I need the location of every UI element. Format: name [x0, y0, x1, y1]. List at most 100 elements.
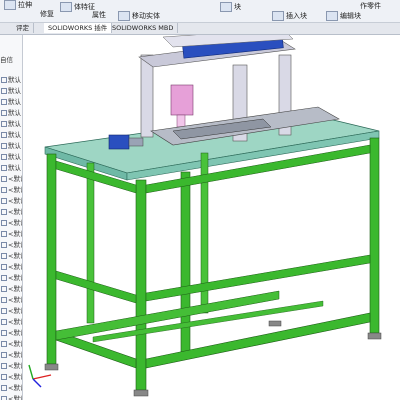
- feature-tree-item[interactable]: <默认: [0, 306, 22, 316]
- leg-back-right: [369, 137, 380, 334]
- feature-tree-item[interactable]: <默认: [0, 185, 22, 195]
- feature-tree-item[interactable]: <默认: [0, 207, 22, 217]
- feature-tree-item[interactable]: <默认: [0, 174, 22, 184]
- mid-rail-side: [145, 254, 371, 302]
- component-icon: [1, 77, 7, 83]
- ribbon-make-part-button[interactable]: 作零件: [360, 2, 381, 10]
- feature-tree-item[interactable]: <默认: [0, 196, 22, 206]
- feature-tree-item[interactable]: 默认: [0, 163, 22, 173]
- motor-shaft: [128, 137, 144, 147]
- component-icon: [1, 330, 7, 336]
- feature-tree-item[interactable]: <默认: [0, 218, 22, 228]
- component-icon: [1, 264, 7, 270]
- graphics-viewport[interactable]: [23, 28, 400, 400]
- block-icon: [220, 2, 232, 12]
- bottom-rail-side: [145, 312, 371, 369]
- component-icon: [1, 308, 7, 314]
- feature-tree-item[interactable]: 默认: [0, 97, 22, 107]
- component-icon: [1, 374, 7, 380]
- component-icon: [1, 275, 7, 281]
- feature-tree-item[interactable]: 默认: [0, 152, 22, 162]
- foot-back-right: [367, 332, 382, 340]
- move-body-icon: [118, 11, 130, 21]
- pink-cylinder: [170, 84, 194, 116]
- foot-front-left: [44, 363, 59, 371]
- servo-motor: [108, 134, 130, 150]
- feature-tree-item[interactable]: <默认: [0, 372, 22, 382]
- feature-tree-item[interactable]: <默认: [0, 361, 22, 371]
- component-icon: [1, 363, 7, 369]
- feature-tree-item[interactable]: <默认: [0, 317, 22, 327]
- feature-tree-item[interactable]: <默认: [0, 229, 22, 239]
- mid-rail-front: [55, 270, 137, 304]
- ribbon-move-body-button[interactable]: 移动实体: [118, 11, 160, 21]
- component-icon: [1, 110, 7, 116]
- feature-tree-item[interactable]: <默认: [0, 383, 22, 393]
- gantry-post-left: [140, 54, 154, 138]
- component-icon: [1, 165, 7, 171]
- component-icon: [1, 286, 7, 292]
- leg-front-right: [135, 179, 147, 391]
- component-icon: [1, 143, 7, 149]
- component-icon: [1, 99, 7, 105]
- feature-tree-item[interactable]: <默认: [0, 240, 22, 250]
- feature-tree: 自信 默认默认默认默认默认默认默认默认默认<默认<默认<默认<默认<默认<默认<…: [0, 35, 23, 400]
- feature-tree-item[interactable]: <默认: [0, 284, 22, 294]
- component-icon: [1, 231, 7, 237]
- component-icon: [1, 242, 7, 248]
- component-icon: [1, 187, 7, 193]
- command-tabs: 评定 SOLIDWORKS 插件 SOLIDWORKS MBD: [0, 23, 400, 35]
- foot-mid: [268, 320, 282, 327]
- component-icon: [1, 121, 7, 127]
- foot-front-right: [133, 389, 149, 397]
- component-icon: [1, 176, 7, 182]
- component-icon: [1, 352, 7, 358]
- extrude-icon: [4, 0, 16, 10]
- component-icon: [1, 220, 7, 226]
- component-icon: [1, 297, 7, 303]
- feature-tree-item[interactable]: 默认: [0, 108, 22, 118]
- feature-tree-item[interactable]: <默认: [0, 339, 22, 349]
- component-icon: [1, 132, 7, 138]
- component-icon: [1, 209, 7, 215]
- component-icon: [1, 396, 7, 400]
- ribbon-edit-block-button[interactable]: 编辑块: [326, 11, 361, 21]
- component-icon: [1, 341, 7, 347]
- feature-tree-item[interactable]: 默认: [0, 75, 22, 85]
- body-feature-icon: [60, 2, 72, 12]
- component-icon: [1, 154, 7, 160]
- feature-tree-item[interactable]: 默认: [0, 86, 22, 96]
- tab-evaluate[interactable]: 评定: [12, 23, 34, 33]
- feature-tree-item[interactable]: <默认: [0, 328, 22, 338]
- leg-inner-left: [86, 162, 95, 324]
- component-icon: [1, 385, 7, 391]
- feature-tree-item[interactable]: <默认: [0, 273, 22, 283]
- leg-front-left: [46, 153, 57, 365]
- feature-tree-header: 自信: [0, 56, 13, 64]
- component-icon: [1, 319, 7, 325]
- component-icon: [1, 88, 7, 94]
- feature-tree-item[interactable]: 默认: [0, 130, 22, 140]
- feature-tree-item[interactable]: 默认: [0, 141, 22, 151]
- tab-solidworks-mbd[interactable]: SOLIDWORKS MBD: [108, 23, 179, 33]
- feature-tree-item[interactable]: <默认: [0, 262, 22, 272]
- ribbon-properties-button[interactable]: 属性: [92, 11, 106, 19]
- feature-tree-item[interactable]: <默认: [0, 295, 22, 305]
- ribbon-insert-block-button[interactable]: 插入块: [272, 11, 307, 21]
- component-icon: [1, 198, 7, 204]
- feature-tree-item[interactable]: <默认: [0, 394, 22, 400]
- insert-block-icon: [272, 11, 284, 21]
- ribbon-repair-button[interactable]: 修复: [40, 10, 54, 18]
- ribbon-extrude-button[interactable]: 拉伸: [4, 0, 32, 10]
- feature-tree-item[interactable]: 默认: [0, 119, 22, 129]
- ribbon-block-button[interactable]: 块: [220, 2, 241, 12]
- feature-tree-item[interactable]: <默认: [0, 251, 22, 261]
- tab-solidworks-addins[interactable]: SOLIDWORKS 插件: [44, 23, 113, 33]
- command-ribbon: 拉伸 修复 体特征 属性 移动实体 插入块 作零件 块 编辑块: [0, 0, 400, 23]
- component-icon: [1, 253, 7, 259]
- assembly-model: [28, 28, 382, 397]
- ribbon-body-feature-button[interactable]: 体特征: [60, 2, 95, 12]
- pink-rod: [176, 114, 186, 128]
- edit-block-icon: [326, 11, 338, 21]
- feature-tree-item[interactable]: <默认: [0, 350, 22, 360]
